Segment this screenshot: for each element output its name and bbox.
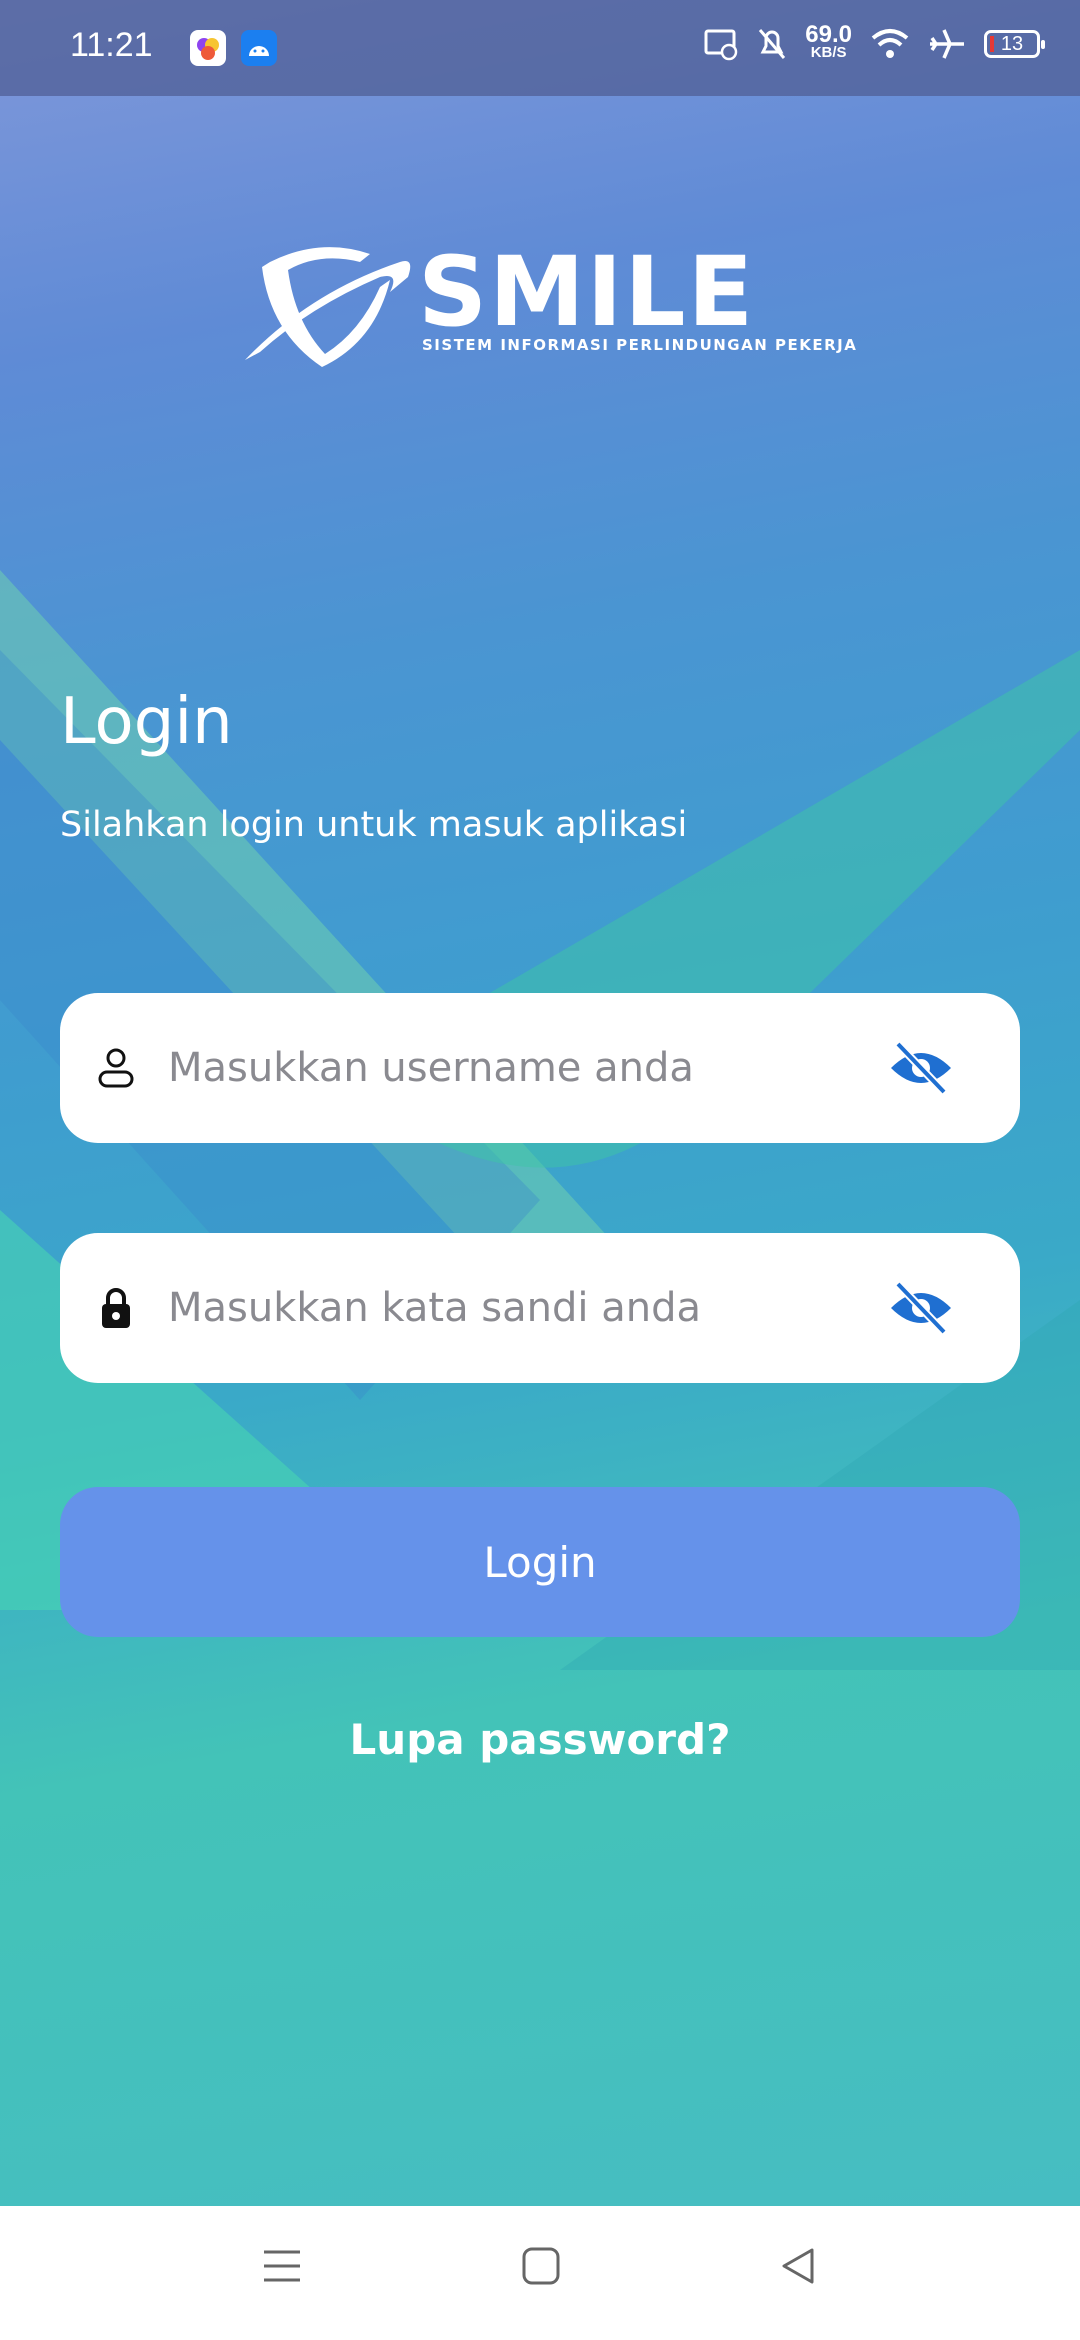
battery-indicator: 13 xyxy=(984,30,1045,58)
smile-logo: SMILE SISTEM INFORMASI PERLINDUNGAN PEKE… xyxy=(240,232,856,367)
login-button[interactable]: Login xyxy=(60,1487,1020,1637)
shield-logo-icon xyxy=(245,247,411,367)
eye-off-icon[interactable] xyxy=(888,1280,954,1336)
password-input[interactable] xyxy=(168,1233,868,1383)
screen-cast-off-icon xyxy=(704,29,738,61)
android-icon xyxy=(241,30,277,66)
app-notification-icon xyxy=(190,30,226,66)
password-field[interactable] xyxy=(60,1233,1020,1383)
page-title: Login xyxy=(60,685,233,759)
eye-off-icon[interactable] xyxy=(888,1040,954,1096)
net-speed: 69.0 KB/S xyxy=(805,21,852,62)
bell-off-icon xyxy=(759,29,786,59)
navigation-bar xyxy=(0,2206,1080,2340)
menu-icon[interactable] xyxy=(262,2246,302,2286)
username-input[interactable] xyxy=(168,993,868,1143)
forgot-password-link[interactable]: Lupa password? xyxy=(0,1715,1080,1764)
airplane-icon xyxy=(930,29,964,59)
status-time: 11:21 xyxy=(70,26,153,64)
username-field[interactable] xyxy=(60,993,1020,1143)
back-icon[interactable] xyxy=(778,2246,818,2286)
home-icon[interactable] xyxy=(521,2246,561,2286)
status-bar: 11:21 69.0 KB/S 13 xyxy=(0,0,1080,96)
page-subtitle: Silahkan login untuk masuk aplikasi xyxy=(60,805,688,845)
user-icon xyxy=(98,1048,134,1088)
lock-icon xyxy=(102,1288,130,1328)
wifi-icon xyxy=(871,29,909,58)
